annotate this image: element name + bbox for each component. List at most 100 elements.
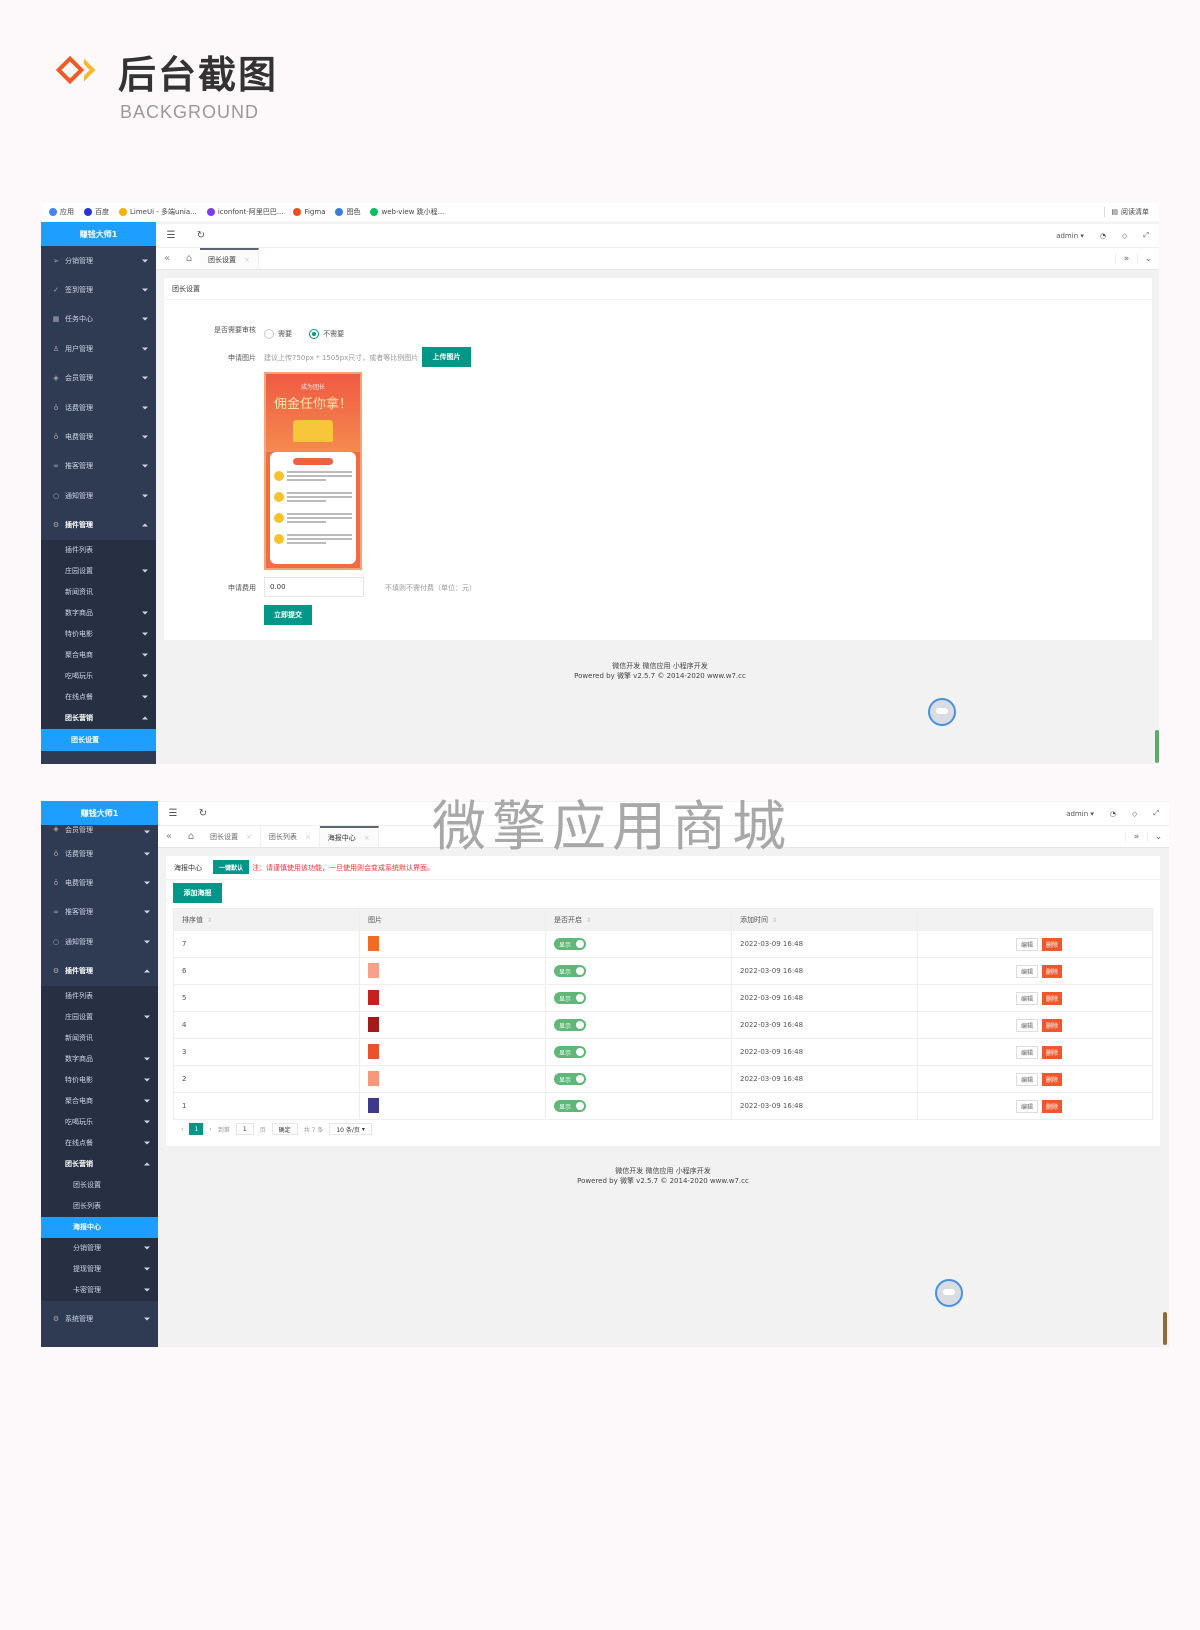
submit-button[interactable]: 立即提交 xyxy=(264,605,312,625)
sidebar-item[interactable]: ǒ 话费管理 xyxy=(41,393,156,422)
edit-button[interactable]: 编辑 xyxy=(1015,991,1038,1005)
theme-icon[interactable]: ◔ xyxy=(1110,810,1116,818)
sidebar-item[interactable]: 提现管理 xyxy=(41,1259,158,1280)
sidebar-item[interactable]: 新闻资讯 xyxy=(41,582,156,603)
delete-button[interactable]: 删除 xyxy=(1042,964,1063,978)
tag-icon[interactable]: ◇ xyxy=(1132,810,1137,818)
bookmark-item[interactable]: 图色 xyxy=(335,207,360,217)
sort-icon[interactable]: ⇕ xyxy=(207,917,212,924)
sidebar-item[interactable]: 团长列表 xyxy=(41,1196,158,1217)
tabs-left-icon[interactable]: « xyxy=(158,831,180,842)
home-icon[interactable]: ⌂ xyxy=(178,253,200,264)
robot-assistant-icon[interactable] xyxy=(935,1279,963,1307)
sidebar-item[interactable]: 团长营销 xyxy=(41,1154,158,1175)
column-header[interactable]: 排序值 ⇕ xyxy=(173,908,360,931)
sidebar-item[interactable]: 庄园设置 xyxy=(41,561,156,582)
bookmark-item[interactable]: Figma xyxy=(293,208,325,216)
refresh-icon[interactable]: ↻ xyxy=(186,230,216,241)
column-header[interactable]: 添加时间 ⇕ xyxy=(731,908,918,931)
status-toggle[interactable]: 显示 xyxy=(554,938,586,950)
user-menu[interactable]: admin ▾ xyxy=(1066,810,1094,818)
fee-input[interactable]: 0.00 xyxy=(264,577,364,597)
tag-icon[interactable]: ◇ xyxy=(1122,232,1127,240)
scrollbar-1[interactable] xyxy=(1155,730,1159,763)
bookmark-item[interactable]: LimeUi - 多端unia... xyxy=(119,207,197,217)
tabs-right-icon[interactable]: » xyxy=(1125,831,1147,842)
sidebar-item[interactable]: ○ 通知管理 xyxy=(41,927,158,956)
tab-item[interactable]: 团长列表 × xyxy=(261,826,320,847)
home-icon[interactable]: ⌂ xyxy=(180,831,202,842)
bookmark-item[interactable]: web-view 跳小程... xyxy=(370,207,444,217)
status-toggle[interactable]: 显示 xyxy=(554,1073,586,1085)
sidebar-item[interactable]: ◈ 会员管理 xyxy=(41,825,158,839)
sidebar-item[interactable]: 团长设置 xyxy=(41,1175,158,1196)
delete-button[interactable]: 删除 xyxy=(1042,1045,1063,1059)
robot-assistant-icon[interactable] xyxy=(928,698,956,726)
radio-no-need[interactable] xyxy=(309,328,320,339)
bookmark-item[interactable]: 应用 xyxy=(49,207,74,217)
sidebar-item[interactable]: 插件列表 xyxy=(41,986,158,1007)
status-toggle[interactable]: 显示 xyxy=(554,965,586,977)
edit-button[interactable]: 编辑 xyxy=(1015,964,1038,978)
menu-toggle-icon[interactable]: ☰ xyxy=(156,230,186,241)
sidebar-item[interactable]: 插件列表 xyxy=(41,540,156,561)
sidebar-item[interactable]: ▦ 任务中心 xyxy=(41,305,156,334)
delete-button[interactable]: 删除 xyxy=(1042,937,1063,951)
refresh-icon[interactable]: ↻ xyxy=(188,808,218,819)
sidebar-item[interactable]: 新闻资讯 xyxy=(41,1028,158,1049)
sidebar-item[interactable]: 团长营销 xyxy=(41,708,156,729)
close-tab-icon[interactable]: × xyxy=(244,256,250,264)
menu-toggle-icon[interactable]: ☰ xyxy=(158,808,188,819)
reading-list[interactable]: ▤ 阅读清单 xyxy=(1104,207,1149,217)
sidebar-item[interactable]: ∞ 推客管理 xyxy=(41,452,156,481)
close-tab-icon[interactable]: × xyxy=(364,834,370,842)
sidebar-item[interactable]: ✓ 签到管理 xyxy=(41,275,156,304)
column-header[interactable]: 是否开启 ⇕ xyxy=(545,908,732,931)
tabs-menu-icon[interactable]: ⌄ xyxy=(1137,253,1159,264)
page-input[interactable]: 1 xyxy=(235,1123,254,1135)
fullscreen-icon[interactable]: ⤢ xyxy=(1153,809,1159,818)
poster-thumbnail[interactable] xyxy=(368,1070,379,1086)
status-toggle[interactable]: 显示 xyxy=(554,1100,586,1112)
sidebar-item[interactable]: 数字商品 xyxy=(41,603,156,624)
edit-button[interactable]: 编辑 xyxy=(1015,1072,1038,1086)
sidebar-item[interactable]: 聚合电商 xyxy=(41,645,156,666)
brand-logo[interactable]: 赚钱大师1 xyxy=(41,801,158,825)
sidebar-item[interactable]: ǒ 话费管理 xyxy=(41,839,158,868)
poster-thumbnail[interactable] xyxy=(368,989,379,1005)
default-button[interactable]: 一键默认 xyxy=(213,860,249,874)
poster-thumbnail[interactable] xyxy=(368,1016,379,1032)
close-tab-icon[interactable]: × xyxy=(246,833,252,841)
poster-thumbnail[interactable] xyxy=(368,962,379,978)
poster-thumbnail[interactable] xyxy=(368,1043,379,1059)
sidebar-item[interactable]: 吃喝玩乐 xyxy=(41,666,156,687)
status-toggle[interactable]: 显示 xyxy=(554,1019,586,1031)
edit-button[interactable]: 编辑 xyxy=(1015,1099,1038,1113)
delete-button[interactable]: 删除 xyxy=(1042,1018,1063,1032)
scrollbar-2[interactable] xyxy=(1163,1312,1167,1345)
sidebar-item[interactable]: ǒ 电费管理 xyxy=(41,422,156,451)
page-current[interactable]: 1 xyxy=(189,1123,204,1135)
sidebar-item[interactable]: 特价电影 xyxy=(41,624,156,645)
sidebar-item[interactable]: 在线点餐 xyxy=(41,1133,158,1154)
sidebar-item[interactable]: 卡密管理 xyxy=(41,1280,158,1301)
sidebar-item[interactable]: 海报中心 xyxy=(41,1216,158,1238)
tabs-left-icon[interactable]: « xyxy=(156,253,178,264)
sidebar-item[interactable]: 聚合电商 xyxy=(41,1091,158,1112)
edit-button[interactable]: 编辑 xyxy=(1015,937,1038,951)
radio-need[interactable] xyxy=(264,328,274,339)
delete-button[interactable]: 删除 xyxy=(1042,991,1063,1005)
close-tab-icon[interactable]: × xyxy=(305,833,311,841)
delete-button[interactable]: 删除 xyxy=(1042,1072,1063,1086)
sidebar-item[interactable]: 数字商品 xyxy=(41,1049,158,1070)
per-page-select[interactable]: 10 条/页 ▾ xyxy=(329,1123,372,1135)
tab-item[interactable]: 团长设置 × xyxy=(200,248,259,269)
prev-page-icon[interactable]: ‹ xyxy=(181,1126,183,1133)
tab-item[interactable]: 海报中心 × xyxy=(319,826,379,847)
sort-icon[interactable]: ⇕ xyxy=(772,917,777,924)
status-toggle[interactable]: 显示 xyxy=(554,992,586,1004)
next-page-icon[interactable]: › xyxy=(209,1126,211,1133)
upload-image-button[interactable]: 上传图片 xyxy=(422,347,471,367)
fullscreen-icon[interactable]: ⤢ xyxy=(1143,231,1149,240)
sidebar-item[interactable]: ǒ 电费管理 xyxy=(41,868,158,897)
